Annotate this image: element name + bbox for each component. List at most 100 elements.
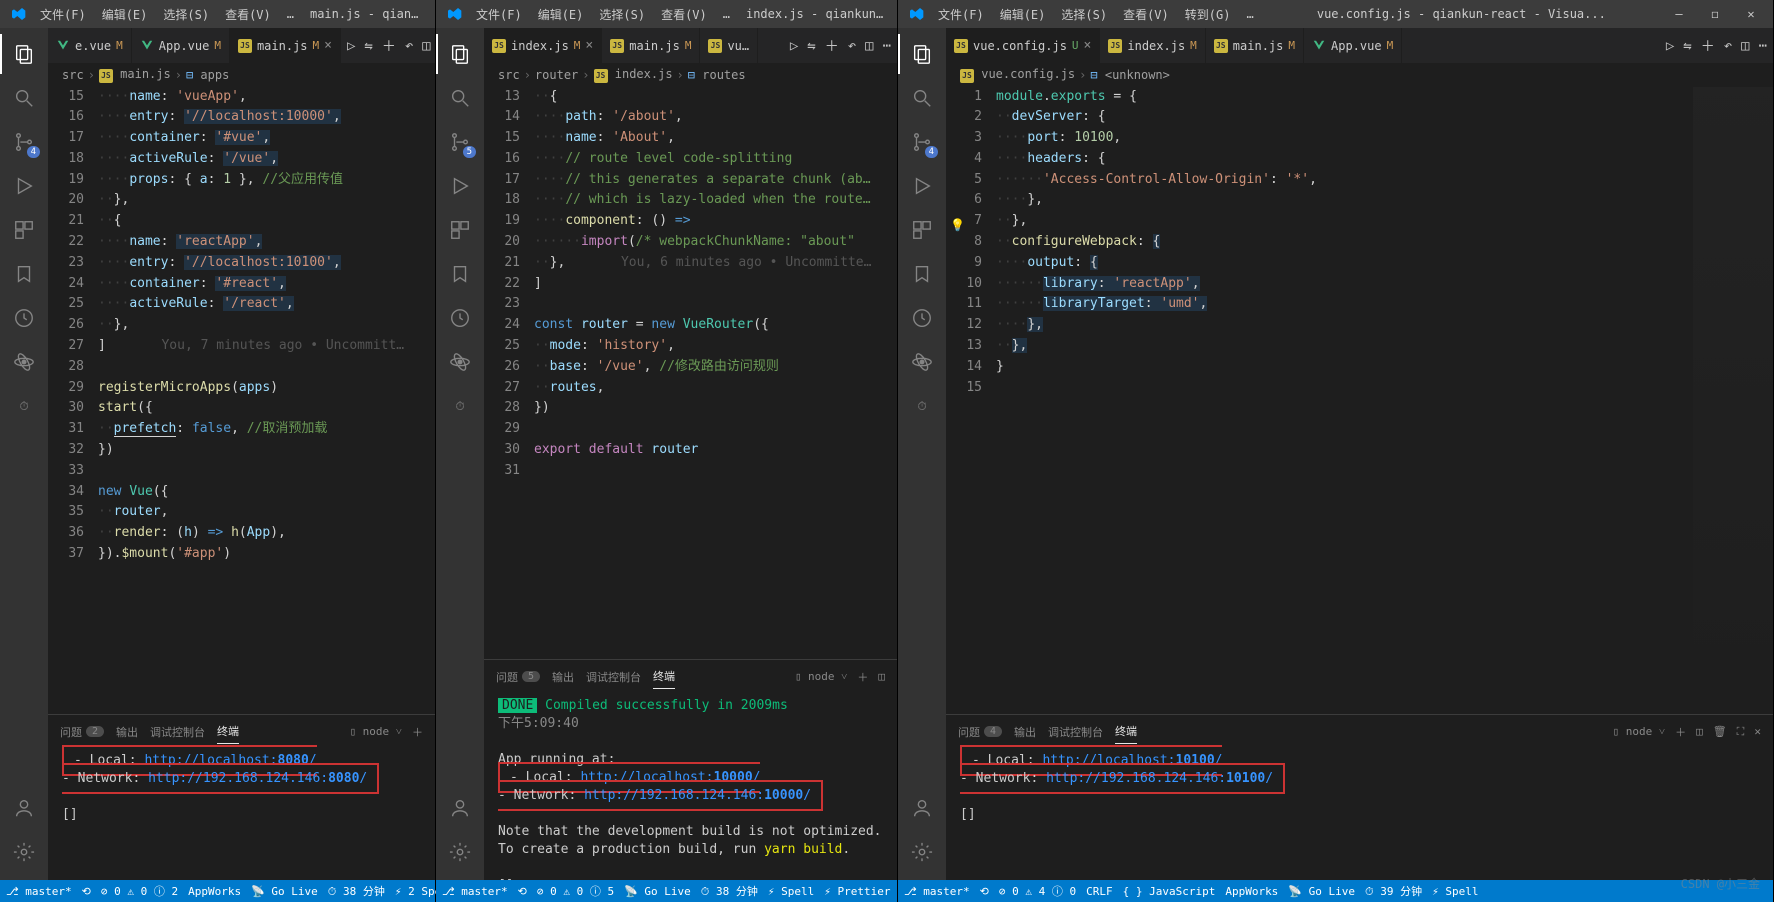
- add-icon[interactable]: ＋: [825, 36, 839, 56]
- breadcrumb-item[interactable]: JS index.js: [594, 67, 673, 83]
- terminal-selector[interactable]: ▯ node ˅: [349, 725, 402, 738]
- code-editor[interactable]: ····name: 'vueApp',····entry: '//localho…: [98, 87, 435, 715]
- terminal-selector[interactable]: ▯ node ˅: [795, 670, 848, 683]
- source-control-icon[interactable]: 4: [0, 122, 48, 162]
- status-item[interactable]: ⟲: [82, 885, 91, 898]
- menu-item[interactable]: 选择(S): [155, 6, 217, 23]
- atom-icon[interactable]: [898, 342, 946, 382]
- breadcrumb-item[interactable]: src: [498, 68, 520, 82]
- more-icon[interactable]: ⋯: [883, 38, 891, 54]
- breadcrumb-item[interactable]: ⊟ <unknown>: [1090, 68, 1169, 82]
- explorer-icon[interactable]: [0, 34, 48, 74]
- editor-tab[interactable]: JSindex.jsM: [1100, 28, 1205, 63]
- timeline-icon[interactable]: ⏱: [0, 386, 48, 426]
- explorer-icon[interactable]: [898, 34, 946, 74]
- split-editor-icon[interactable]: ◫: [422, 38, 430, 54]
- new-terminal-icon[interactable]: ＋: [857, 669, 868, 685]
- split-terminal-icon[interactable]: ◫: [1696, 725, 1703, 738]
- minimap[interactable]: [1693, 87, 1773, 715]
- code-editor[interactable]: ··{····path: '/about',····name: 'About',…: [534, 87, 897, 660]
- menu-item[interactable]: …: [1238, 7, 1261, 21]
- status-item[interactable]: CRLF: [1086, 885, 1113, 898]
- run-icon[interactable]: ▷: [1666, 38, 1674, 54]
- tab-close-icon[interactable]: ×: [1084, 38, 1092, 53]
- maximize-panel-icon[interactable]: ⛶: [1737, 725, 1745, 739]
- add-icon[interactable]: ＋: [382, 36, 396, 56]
- settings-icon[interactable]: [898, 832, 946, 872]
- split-editor-icon[interactable]: ◫: [865, 38, 873, 54]
- source-control-icon[interactable]: 4: [898, 122, 946, 162]
- bookmark-icon[interactable]: [0, 254, 48, 294]
- search-icon[interactable]: [898, 78, 946, 118]
- accounts-icon[interactable]: [898, 788, 946, 828]
- menu-item[interactable]: 编辑(E): [94, 6, 156, 23]
- accounts-icon[interactable]: [436, 788, 484, 828]
- timeline-icon[interactable]: ⏱: [898, 386, 946, 426]
- tab-close-icon[interactable]: ×: [324, 38, 332, 53]
- menu-item[interactable]: 文件(F): [930, 6, 992, 23]
- tab-close-icon[interactable]: ×: [585, 38, 593, 53]
- editor-tab[interactable]: JSmain.jsM: [1206, 28, 1304, 63]
- more-icon[interactable]: ⋯: [1759, 38, 1767, 54]
- breadcrumb-item[interactable]: JS main.js: [99, 67, 171, 83]
- panel-tab[interactable]: 调试控制台: [150, 720, 205, 744]
- compare-icon[interactable]: ⇋: [364, 38, 372, 54]
- search-icon[interactable]: [436, 78, 484, 118]
- extensions-icon[interactable]: [0, 210, 48, 250]
- status-item[interactable]: ⏱ 39 分钟: [1365, 883, 1422, 899]
- panel-tab[interactable]: 问题5: [496, 665, 540, 689]
- status-item[interactable]: ⊘ 0 ⚠ 0 ⓘ 2: [101, 883, 178, 899]
- run-debug-icon[interactable]: [0, 166, 48, 206]
- accounts-icon[interactable]: [0, 788, 48, 828]
- bookmark-icon[interactable]: [898, 254, 946, 294]
- menu-item[interactable]: 编辑(E): [530, 6, 592, 23]
- run-debug-icon[interactable]: [436, 166, 484, 206]
- add-icon[interactable]: ＋: [1701, 36, 1715, 56]
- editor-tab[interactable]: JSvue.config.jsU×: [946, 28, 1100, 63]
- panel-tab[interactable]: 问题4: [958, 720, 1002, 744]
- split-terminal-icon[interactable]: ◫: [878, 670, 885, 683]
- terminal-output[interactable]: DONE Compiled successfully in 2009ms 下午5…: [484, 693, 897, 880]
- compare-icon[interactable]: ⇋: [807, 38, 815, 54]
- breadcrumb[interactable]: JS vue.config.js›⊟ <unknown>: [946, 63, 1773, 87]
- editor-tab[interactable]: JSmain.jsM×: [230, 28, 341, 63]
- atom-icon[interactable]: [0, 342, 48, 382]
- status-item[interactable]: ⟲: [980, 885, 989, 898]
- panel-tab[interactable]: 终端: [653, 664, 675, 689]
- panel-tab[interactable]: 问题2: [60, 720, 104, 744]
- breadcrumb-item[interactable]: router: [535, 68, 578, 82]
- status-item[interactable]: ⎇ master*: [442, 885, 508, 898]
- panel-tab[interactable]: 输出: [116, 720, 138, 744]
- trash-icon[interactable]: 🗑: [1713, 725, 1727, 738]
- status-item[interactable]: ⊘ 0 ⚠ 4 ⓘ 0: [999, 883, 1076, 899]
- terminal-output[interactable]: - Local: http://localhost:10100/- Networ…: [946, 748, 1773, 880]
- menu-item[interactable]: 查看(V): [1115, 6, 1177, 23]
- run-icon[interactable]: ▷: [790, 38, 798, 54]
- breadcrumb-item[interactable]: ⊟ apps: [186, 68, 229, 82]
- menu-item[interactable]: 查看(V): [653, 6, 715, 23]
- status-item[interactable]: ⚡ Prettier: [824, 885, 890, 898]
- breadcrumb-item[interactable]: ⊟ routes: [688, 68, 746, 82]
- history-icon[interactable]: [0, 298, 48, 338]
- editor-tab[interactable]: App.vueM: [132, 28, 230, 63]
- terminal-selector[interactable]: ▯ node ˅: [1613, 725, 1666, 738]
- status-item[interactable]: 📡 Go Live: [1288, 885, 1355, 898]
- compare-icon[interactable]: ⇋: [1683, 38, 1691, 54]
- menu-item[interactable]: 文件(F): [468, 6, 530, 23]
- close-panel-icon[interactable]: ✕: [1754, 725, 1761, 738]
- new-terminal-icon[interactable]: ＋: [1675, 724, 1686, 740]
- editor-tab[interactable]: JSvu…: [700, 28, 758, 63]
- status-item[interactable]: ⏱ 38 分钟: [328, 883, 385, 899]
- extensions-icon[interactable]: [898, 210, 946, 250]
- atom-icon[interactable]: [436, 342, 484, 382]
- bookmark-icon[interactable]: [436, 254, 484, 294]
- run-icon[interactable]: ▷: [347, 38, 355, 54]
- status-item[interactable]: ⚡ Spell: [768, 885, 814, 898]
- close-button[interactable]: ✕: [1733, 0, 1769, 28]
- settings-icon[interactable]: [0, 832, 48, 872]
- status-item[interactable]: ⟲: [518, 885, 527, 898]
- status-item[interactable]: 📡 Go Live: [251, 885, 318, 898]
- editor-tab[interactable]: JSindex.jsM×: [484, 28, 602, 63]
- timeline-icon[interactable]: ⏱: [436, 386, 484, 426]
- history-icon[interactable]: [436, 298, 484, 338]
